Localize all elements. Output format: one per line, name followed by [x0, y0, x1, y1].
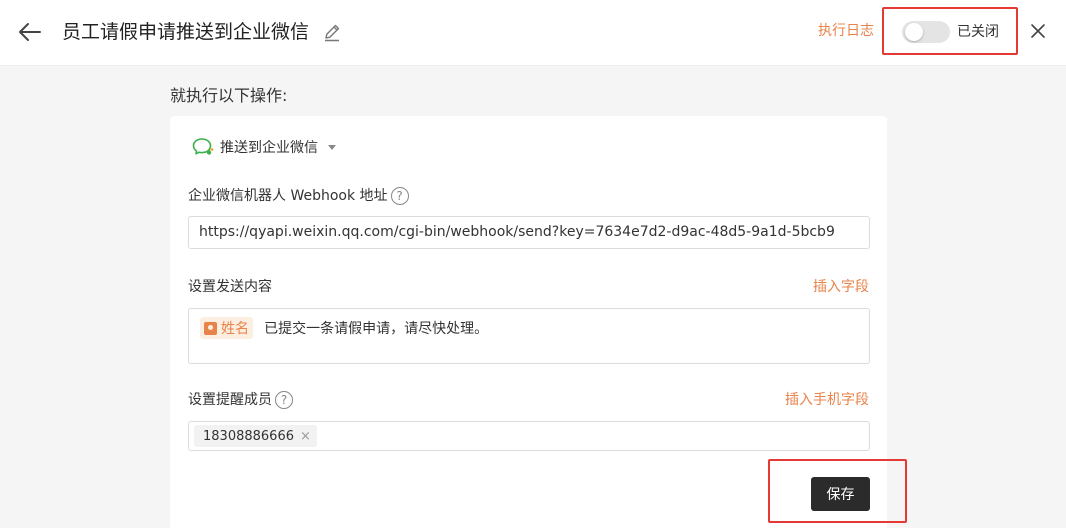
- members-label-row: 设置提醒成员 ?: [188, 390, 293, 410]
- webhook-label: 企业微信机器人 Webhook 地址: [188, 188, 388, 204]
- user-field-icon: [204, 321, 217, 335]
- webhook-label-row: 企业微信机器人 Webhook 地址 ?: [188, 186, 409, 206]
- remove-chip-icon[interactable]: ×: [300, 429, 311, 444]
- action-card: 推送到企业微信 企业微信机器人 Webhook 地址 ? https://qya…: [170, 116, 907, 528]
- member-chip-label: 18308886666: [203, 428, 294, 444]
- toggle-knob: [905, 23, 923, 41]
- content-label: 设置发送内容: [188, 279, 272, 295]
- back-arrow-icon[interactable]: [16, 19, 44, 45]
- webhook-url-input[interactable]: https://qyapi.weixin.qq.com/cgi-bin/webh…: [188, 216, 870, 249]
- help-icon[interactable]: ?: [390, 187, 409, 205]
- toggle-status-label: 已关闭: [957, 24, 999, 40]
- chevron-down-icon: [328, 144, 336, 150]
- wechat-work-icon: [192, 138, 214, 155]
- insert-field-link[interactable]: 插入字段: [813, 277, 869, 297]
- enable-toggle[interactable]: [902, 21, 950, 43]
- execution-log-link[interactable]: 执行日志: [818, 21, 874, 41]
- action-type-select[interactable]: 推送到企业微信: [192, 136, 336, 158]
- save-button[interactable]: 保存: [811, 477, 870, 511]
- edit-pencil-icon[interactable]: [322, 22, 342, 42]
- member-chip: 18308886666 ×: [194, 425, 317, 447]
- members-input[interactable]: 18308886666 ×: [188, 421, 870, 451]
- section-heading: 就执行以下操作:: [170, 86, 288, 105]
- page-title: 员工请假申请推送到企业微信: [62, 21, 310, 43]
- header-bar: 员工请假申请推送到企业微信 执行日志 已关闭: [0, 0, 1066, 66]
- message-content-editor[interactable]: 姓名 已提交一条请假申请，请尽快处理。: [188, 308, 870, 364]
- help-icon[interactable]: ?: [275, 391, 293, 409]
- field-tag-name[interactable]: 姓名: [200, 317, 253, 339]
- action-type-label: 推送到企业微信: [220, 140, 318, 156]
- close-icon[interactable]: [1026, 19, 1050, 43]
- members-label: 设置提醒成员: [188, 392, 272, 408]
- toggle-highlight-box: 已关闭: [882, 7, 1018, 55]
- insert-phone-field-link[interactable]: 插入手机字段: [785, 390, 869, 410]
- message-content-text: 已提交一条请假申请，请尽快处理。: [264, 321, 489, 337]
- field-tag-label: 姓名: [221, 321, 249, 337]
